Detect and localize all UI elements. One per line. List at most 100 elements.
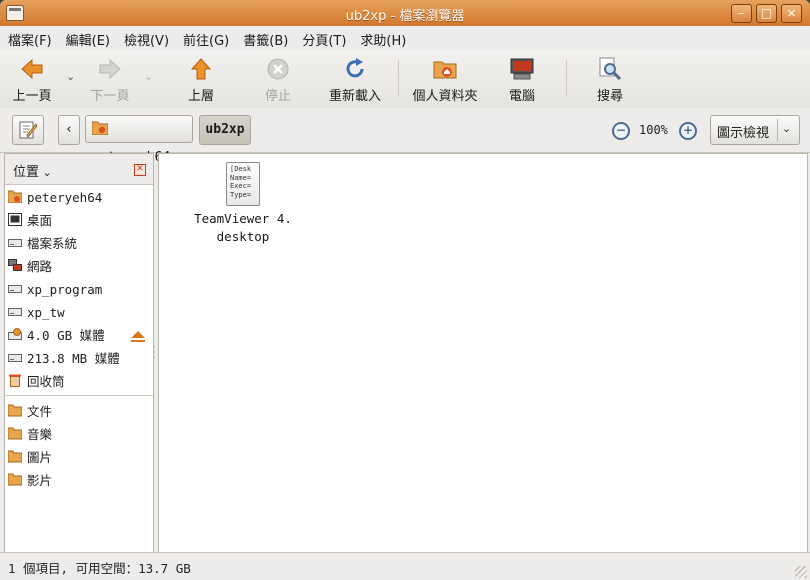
up-arrow-icon [190,58,212,80]
place-media-213mb[interactable]: 213.8 MB 媒體 [5,347,153,370]
home-folder-icon [8,190,22,203]
place-xp-program[interactable]: xp_program [5,278,153,301]
breadcrumb-home[interactable]: peteryeh64 [85,115,193,165]
place-label: peteryeh64 [27,190,103,205]
menu-bar: 檔案(F) 編輯(E) 檢視(V) 前往(G) 書籤(B) 分頁(T) 求助(H) [0,26,810,50]
menu-tabs[interactable]: 分頁(T) [294,26,352,49]
back-history-dropdown[interactable]: ⌄ [66,70,75,83]
maximize-button[interactable]: □ [756,4,777,23]
location-bar: ‹ peteryeh64 ub2xp − 100% + 圖示檢視 ⌄ [0,108,810,165]
folder-icon [8,473,22,486]
file-view[interactable]: [Desk Name= Exec= Type= TeamViewer 4. de… [158,153,808,553]
menu-go[interactable]: 前往(G) [175,26,235,49]
stop-button[interactable]: 停止 [256,55,300,104]
home-folder-icon [91,121,109,136]
home-label: 個人資料夾 [412,89,478,104]
folder-icon [8,427,22,440]
zoom-in-icon[interactable]: + [679,122,697,140]
search-icon [599,57,622,81]
breadcrumb-current[interactable]: ub2xp [199,115,251,145]
reload-button[interactable]: 重新載入 [326,55,384,104]
file-name: TeamViewer 4. desktop [189,210,297,246]
file-name-line2: desktop [216,229,270,244]
forward-button[interactable]: 下一頁 [84,55,136,104]
trash-icon [9,374,21,387]
bookmark-pictures[interactable]: 圖片 [5,446,153,469]
file-item[interactable]: [Desk Name= Exec= Type= TeamViewer 4. de… [189,162,297,246]
place-label: xp_program [27,282,103,297]
place-filesystem[interactable]: 檔案系統 [5,232,153,255]
computer-button[interactable]: 電腦 [500,55,544,104]
window-resize-grip[interactable] [795,566,807,578]
search-button[interactable]: 搜尋 [588,55,632,104]
toggle-location-entry-button[interactable] [12,115,44,145]
title-bar[interactable]: ub2xp - 檔案瀏覽器 – □ × [0,0,810,26]
place-network[interactable]: 網路 [5,255,153,278]
drive-icon [8,354,22,362]
sidebar-close-button[interactable]: ✕ [134,164,146,176]
menu-edit[interactable]: 編輯(E) [58,26,116,49]
toolbar: 上一頁 ⌄ 下一頁 ⌄ 上層 停止 重新載入 個人資料夾 電腦 搜尋 [0,50,810,109]
bookmark-videos[interactable]: 影片 [5,469,153,492]
menu-help[interactable]: 求助(H) [352,26,412,49]
stop-label: 停止 [264,89,291,104]
folder-icon [8,450,22,463]
computer-icon [510,58,534,80]
back-label: 上一頁 [12,89,52,104]
minimize-button[interactable]: – [731,4,752,23]
desktop-icon [8,213,22,226]
forward-history-dropdown[interactable]: ⌄ [144,70,153,83]
forward-label: 下一頁 [90,89,130,104]
forward-arrow-icon [99,58,121,80]
pane-resize-handle[interactable]: · · · [153,344,157,362]
search-label: 搜尋 [596,89,623,104]
close-button[interactable]: × [781,4,802,23]
file-preview-line: Name= [230,173,252,182]
home-button[interactable]: 個人資料夾 [408,55,482,104]
place-trash[interactable]: 回收筒 [5,370,153,393]
eject-icon[interactable] [131,331,145,342]
sidebar-header: 位置 ⌄ ✕ [5,154,153,185]
bookmark-music[interactable]: 音樂 [5,423,153,446]
zoom-out-icon[interactable]: − [612,122,630,140]
path-scroll-left-button[interactable]: ‹ [58,115,80,145]
toolbar-separator [398,60,399,96]
place-label: 網路 [27,259,53,274]
place-label: 4.0 GB 媒體 [27,328,105,343]
back-button[interactable]: 上一頁 [6,55,58,104]
computer-label: 電腦 [508,89,535,104]
place-label: xp_tw [27,305,65,320]
window-title: ub2xp - 檔案瀏覽器 [345,9,465,24]
place-label: 213.8 MB 媒體 [27,351,120,366]
bookmark-label: 圖片 [27,450,53,465]
menu-view[interactable]: 檢視(V) [116,26,175,49]
folder-icon [8,404,22,417]
up-label: 上層 [187,89,214,104]
bookmark-label: 音樂 [27,427,53,442]
reload-label: 重新載入 [328,89,381,104]
view-mode-label: 圖示檢視 [717,126,770,141]
view-mode-select[interactable]: 圖示檢視 ⌄ [710,115,800,145]
drive-icon [8,239,22,247]
status-bar: 1 個項目, 可用空間：13.7 GB [0,552,810,580]
place-home[interactable]: peteryeh64 [5,186,153,209]
menu-file[interactable]: 檔案(F) [0,26,58,49]
drive-icon [8,285,22,293]
bookmark-documents[interactable]: 文件 [5,400,153,423]
menu-bookmarks[interactable]: 書籤(B) [235,26,294,49]
place-label: 檔案系統 [27,236,78,251]
up-button[interactable]: 上層 [178,55,224,104]
sidebar: 位置 ⌄ ✕ peteryeh64 桌面 檔案系統 網路 xp_program … [4,153,154,553]
bookmark-label: 影片 [27,473,53,488]
place-desktop[interactable]: 桌面 [5,209,153,232]
places-divider [5,395,153,396]
chevron-down-icon: ⌄ [782,122,792,135]
place-media-4gb[interactable]: 4.0 GB 媒體 [5,324,153,347]
view-mode-divider [777,119,778,141]
place-xp-tw[interactable]: xp_tw [5,301,153,324]
sidebar-type-select[interactable]: 位置 ⌄ [13,161,52,180]
file-name-line1: TeamViewer 4. [194,211,292,226]
back-arrow-icon [21,58,43,80]
bookmark-label: 文件 [27,404,53,419]
sidebar-title: 位置 [13,165,40,180]
